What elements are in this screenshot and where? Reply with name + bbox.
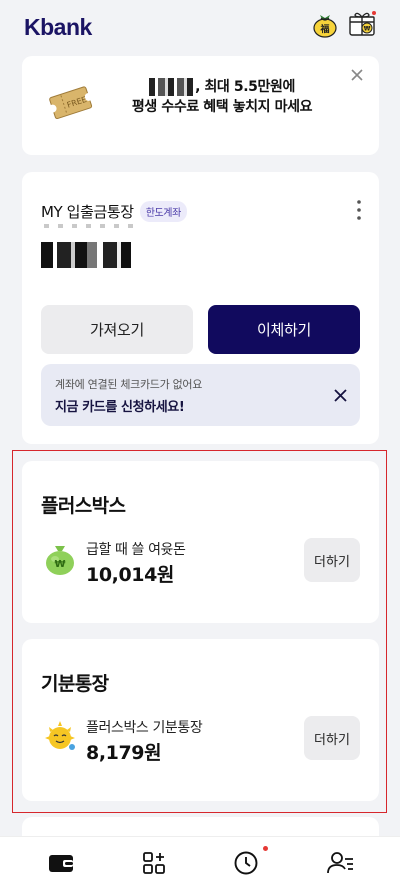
plusbox-label: 급할 때 쓸 여윳돈: [86, 542, 186, 558]
promo-text: , 최대 5.5만원에 평생 수수료 혜택 놓치지 마세요: [102, 77, 342, 117]
limit-account-badge: 한도계좌: [139, 201, 187, 222]
notice-subtext: 계좌에 연결된 체크카드가 없어요: [55, 378, 203, 391]
notice-maintext: 지금 카드를 신청하세요!: [55, 400, 185, 415]
svg-text:福: 福: [319, 23, 329, 35]
wallet-icon[interactable]: [47, 849, 75, 877]
plusbox-amount: 10,014원: [86, 564, 174, 586]
money-bag-icon: ₩: [46, 546, 74, 575]
svg-text:₩: ₩: [364, 26, 371, 33]
account-card: MY 입출금통장 한도계좌 가져오기 이체하기 계좌에 연결된 체크카드가 없어…: [22, 172, 379, 444]
plusbox-add-button[interactable]: 더하기: [304, 538, 360, 582]
masked-account-number: [44, 224, 140, 228]
transfer-button[interactable]: 이체하기: [208, 305, 360, 354]
bottom-tab-bar: [0, 836, 400, 888]
user-menu-icon[interactable]: [326, 849, 354, 877]
close-icon[interactable]: [334, 389, 347, 402]
moodbox-label: 플러스박스 기분통장: [86, 720, 203, 736]
promo-line1: , 최대 5.5만원에: [195, 79, 295, 95]
account-title-row[interactable]: MY 입출금통장 한도계좌: [41, 201, 187, 222]
apps-plus-icon[interactable]: [140, 849, 168, 877]
moodbox-card[interactable]: 기분통장 플러스박스 기분통장 8,179원 더하기: [22, 639, 379, 801]
plusbox-card[interactable]: 플러스박스 ₩ 급할 때 쓸 여윳돈 10,014원 더하기: [22, 461, 379, 623]
more-icon[interactable]: [357, 199, 361, 221]
lucky-bag-icon[interactable]: 福: [310, 9, 340, 39]
svg-text:₩: ₩: [54, 559, 65, 570]
masked-balance: [41, 242, 131, 268]
masked-name: [149, 78, 194, 96]
close-icon[interactable]: [349, 67, 365, 83]
moodbox-title: 기분통장: [41, 673, 109, 695]
header: Kbank 福 ₩: [0, 0, 400, 54]
sun-face-icon: [45, 721, 75, 750]
promo-banner[interactable]: FREE , 최대 5.5만원에 평생 수수료 혜택 놓치지 마세요: [22, 56, 379, 155]
fetch-button[interactable]: 가져오기: [41, 305, 193, 354]
kbank-logo: Kbank: [24, 14, 92, 40]
plusbox-title: 플러스박스: [41, 495, 126, 517]
notification-dot: [263, 846, 268, 851]
account-title: MY 입출금통장: [41, 203, 134, 221]
promo-line2: 평생 수수료 혜택 놓치지 마세요: [131, 99, 313, 115]
moodbox-add-button[interactable]: 더하기: [304, 716, 360, 760]
moodbox-amount: 8,179원: [86, 742, 162, 764]
gift-icon[interactable]: ₩: [347, 9, 377, 39]
card-notice[interactable]: 계좌에 연결된 체크카드가 없어요 지금 카드를 신청하세요!: [41, 364, 360, 426]
clock-icon[interactable]: [232, 849, 260, 877]
coupon-ticket-icon: FREE: [48, 86, 93, 120]
